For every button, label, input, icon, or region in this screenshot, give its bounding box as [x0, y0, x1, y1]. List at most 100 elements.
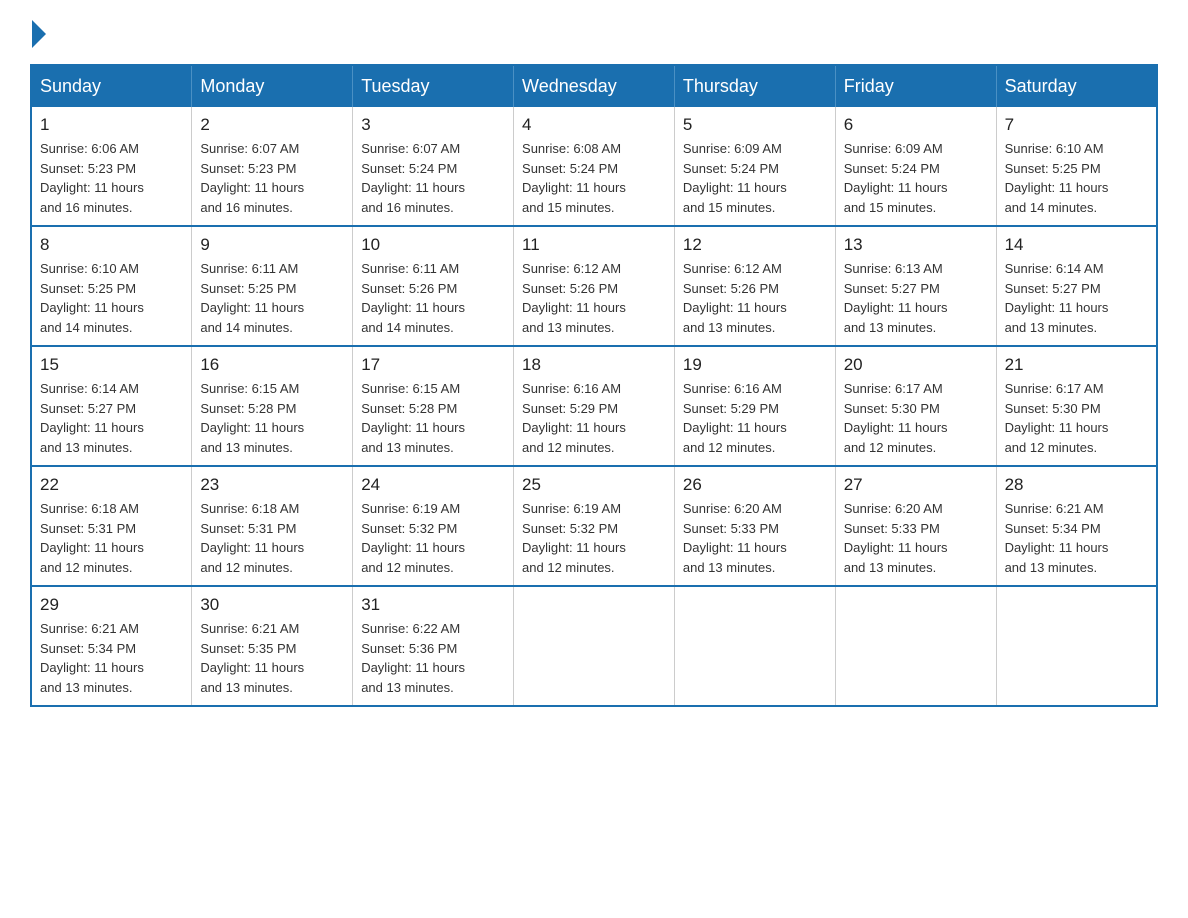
day-number: 9 — [200, 235, 344, 255]
day-info: Sunrise: 6:07 AMSunset: 5:23 PMDaylight:… — [200, 141, 304, 215]
day-number: 10 — [361, 235, 505, 255]
day-info: Sunrise: 6:13 AMSunset: 5:27 PMDaylight:… — [844, 261, 948, 335]
day-info: Sunrise: 6:20 AMSunset: 5:33 PMDaylight:… — [683, 501, 787, 575]
day-info: Sunrise: 6:20 AMSunset: 5:33 PMDaylight:… — [844, 501, 948, 575]
day-number: 24 — [361, 475, 505, 495]
calendar-cell — [835, 586, 996, 706]
calendar-cell: 2 Sunrise: 6:07 AMSunset: 5:23 PMDayligh… — [192, 107, 353, 226]
day-info: Sunrise: 6:21 AMSunset: 5:35 PMDaylight:… — [200, 621, 304, 695]
day-info: Sunrise: 6:07 AMSunset: 5:24 PMDaylight:… — [361, 141, 465, 215]
day-number: 8 — [40, 235, 183, 255]
calendar-cell — [996, 586, 1157, 706]
calendar-header-saturday: Saturday — [996, 65, 1157, 107]
calendar-cell: 4 Sunrise: 6:08 AMSunset: 5:24 PMDayligh… — [514, 107, 675, 226]
day-info: Sunrise: 6:09 AMSunset: 5:24 PMDaylight:… — [683, 141, 787, 215]
calendar-cell: 27 Sunrise: 6:20 AMSunset: 5:33 PMDaylig… — [835, 466, 996, 586]
calendar-header-friday: Friday — [835, 65, 996, 107]
calendar-header-sunday: Sunday — [31, 65, 192, 107]
calendar-cell: 3 Sunrise: 6:07 AMSunset: 5:24 PMDayligh… — [353, 107, 514, 226]
day-number: 19 — [683, 355, 827, 375]
day-number: 6 — [844, 115, 988, 135]
logo — [30, 20, 48, 44]
calendar-header-monday: Monday — [192, 65, 353, 107]
calendar-cell: 10 Sunrise: 6:11 AMSunset: 5:26 PMDaylig… — [353, 226, 514, 346]
calendar-cell: 19 Sunrise: 6:16 AMSunset: 5:29 PMDaylig… — [674, 346, 835, 466]
day-info: Sunrise: 6:06 AMSunset: 5:23 PMDaylight:… — [40, 141, 144, 215]
calendar-cell — [674, 586, 835, 706]
day-info: Sunrise: 6:17 AMSunset: 5:30 PMDaylight:… — [1005, 381, 1109, 455]
day-number: 18 — [522, 355, 666, 375]
day-info: Sunrise: 6:14 AMSunset: 5:27 PMDaylight:… — [40, 381, 144, 455]
calendar-table: SundayMondayTuesdayWednesdayThursdayFrid… — [30, 64, 1158, 707]
day-info: Sunrise: 6:16 AMSunset: 5:29 PMDaylight:… — [522, 381, 626, 455]
calendar-cell: 1 Sunrise: 6:06 AMSunset: 5:23 PMDayligh… — [31, 107, 192, 226]
calendar-week-row: 29 Sunrise: 6:21 AMSunset: 5:34 PMDaylig… — [31, 586, 1157, 706]
day-number: 12 — [683, 235, 827, 255]
calendar-cell: 18 Sunrise: 6:16 AMSunset: 5:29 PMDaylig… — [514, 346, 675, 466]
day-info: Sunrise: 6:16 AMSunset: 5:29 PMDaylight:… — [683, 381, 787, 455]
day-info: Sunrise: 6:09 AMSunset: 5:24 PMDaylight:… — [844, 141, 948, 215]
calendar-week-row: 15 Sunrise: 6:14 AMSunset: 5:27 PMDaylig… — [31, 346, 1157, 466]
calendar-cell: 9 Sunrise: 6:11 AMSunset: 5:25 PMDayligh… — [192, 226, 353, 346]
logo-arrow-icon — [32, 20, 46, 48]
day-info: Sunrise: 6:12 AMSunset: 5:26 PMDaylight:… — [683, 261, 787, 335]
day-info: Sunrise: 6:15 AMSunset: 5:28 PMDaylight:… — [200, 381, 304, 455]
calendar-cell: 20 Sunrise: 6:17 AMSunset: 5:30 PMDaylig… — [835, 346, 996, 466]
calendar-cell: 13 Sunrise: 6:13 AMSunset: 5:27 PMDaylig… — [835, 226, 996, 346]
calendar-cell — [514, 586, 675, 706]
calendar-cell: 26 Sunrise: 6:20 AMSunset: 5:33 PMDaylig… — [674, 466, 835, 586]
calendar-header-tuesday: Tuesday — [353, 65, 514, 107]
day-number: 26 — [683, 475, 827, 495]
day-info: Sunrise: 6:17 AMSunset: 5:30 PMDaylight:… — [844, 381, 948, 455]
calendar-header-wednesday: Wednesday — [514, 65, 675, 107]
calendar-cell: 6 Sunrise: 6:09 AMSunset: 5:24 PMDayligh… — [835, 107, 996, 226]
day-number: 16 — [200, 355, 344, 375]
calendar-cell: 15 Sunrise: 6:14 AMSunset: 5:27 PMDaylig… — [31, 346, 192, 466]
day-number: 7 — [1005, 115, 1148, 135]
day-number: 5 — [683, 115, 827, 135]
day-number: 1 — [40, 115, 183, 135]
day-number: 11 — [522, 235, 666, 255]
day-info: Sunrise: 6:22 AMSunset: 5:36 PMDaylight:… — [361, 621, 465, 695]
day-number: 2 — [200, 115, 344, 135]
day-info: Sunrise: 6:14 AMSunset: 5:27 PMDaylight:… — [1005, 261, 1109, 335]
day-info: Sunrise: 6:19 AMSunset: 5:32 PMDaylight:… — [522, 501, 626, 575]
calendar-cell: 16 Sunrise: 6:15 AMSunset: 5:28 PMDaylig… — [192, 346, 353, 466]
calendar-cell: 24 Sunrise: 6:19 AMSunset: 5:32 PMDaylig… — [353, 466, 514, 586]
calendar-week-row: 8 Sunrise: 6:10 AMSunset: 5:25 PMDayligh… — [31, 226, 1157, 346]
calendar-cell: 25 Sunrise: 6:19 AMSunset: 5:32 PMDaylig… — [514, 466, 675, 586]
day-number: 14 — [1005, 235, 1148, 255]
day-number: 4 — [522, 115, 666, 135]
calendar-cell: 5 Sunrise: 6:09 AMSunset: 5:24 PMDayligh… — [674, 107, 835, 226]
day-number: 15 — [40, 355, 183, 375]
calendar-cell: 11 Sunrise: 6:12 AMSunset: 5:26 PMDaylig… — [514, 226, 675, 346]
day-number: 22 — [40, 475, 183, 495]
page-header — [30, 20, 1158, 44]
day-number: 28 — [1005, 475, 1148, 495]
calendar-cell: 21 Sunrise: 6:17 AMSunset: 5:30 PMDaylig… — [996, 346, 1157, 466]
day-number: 17 — [361, 355, 505, 375]
day-number: 30 — [200, 595, 344, 615]
day-number: 13 — [844, 235, 988, 255]
day-info: Sunrise: 6:21 AMSunset: 5:34 PMDaylight:… — [1005, 501, 1109, 575]
calendar-cell: 22 Sunrise: 6:18 AMSunset: 5:31 PMDaylig… — [31, 466, 192, 586]
day-info: Sunrise: 6:15 AMSunset: 5:28 PMDaylight:… — [361, 381, 465, 455]
day-info: Sunrise: 6:12 AMSunset: 5:26 PMDaylight:… — [522, 261, 626, 335]
day-info: Sunrise: 6:11 AMSunset: 5:25 PMDaylight:… — [200, 261, 304, 335]
calendar-cell: 17 Sunrise: 6:15 AMSunset: 5:28 PMDaylig… — [353, 346, 514, 466]
calendar-cell: 12 Sunrise: 6:12 AMSunset: 5:26 PMDaylig… — [674, 226, 835, 346]
day-number: 23 — [200, 475, 344, 495]
day-number: 25 — [522, 475, 666, 495]
day-number: 21 — [1005, 355, 1148, 375]
day-number: 3 — [361, 115, 505, 135]
day-info: Sunrise: 6:21 AMSunset: 5:34 PMDaylight:… — [40, 621, 144, 695]
day-info: Sunrise: 6:11 AMSunset: 5:26 PMDaylight:… — [361, 261, 465, 335]
day-info: Sunrise: 6:18 AMSunset: 5:31 PMDaylight:… — [40, 501, 144, 575]
calendar-cell: 31 Sunrise: 6:22 AMSunset: 5:36 PMDaylig… — [353, 586, 514, 706]
calendar-cell: 8 Sunrise: 6:10 AMSunset: 5:25 PMDayligh… — [31, 226, 192, 346]
calendar-cell: 30 Sunrise: 6:21 AMSunset: 5:35 PMDaylig… — [192, 586, 353, 706]
calendar-cell: 28 Sunrise: 6:21 AMSunset: 5:34 PMDaylig… — [996, 466, 1157, 586]
calendar-header-thursday: Thursday — [674, 65, 835, 107]
calendar-cell: 14 Sunrise: 6:14 AMSunset: 5:27 PMDaylig… — [996, 226, 1157, 346]
day-info: Sunrise: 6:10 AMSunset: 5:25 PMDaylight:… — [40, 261, 144, 335]
